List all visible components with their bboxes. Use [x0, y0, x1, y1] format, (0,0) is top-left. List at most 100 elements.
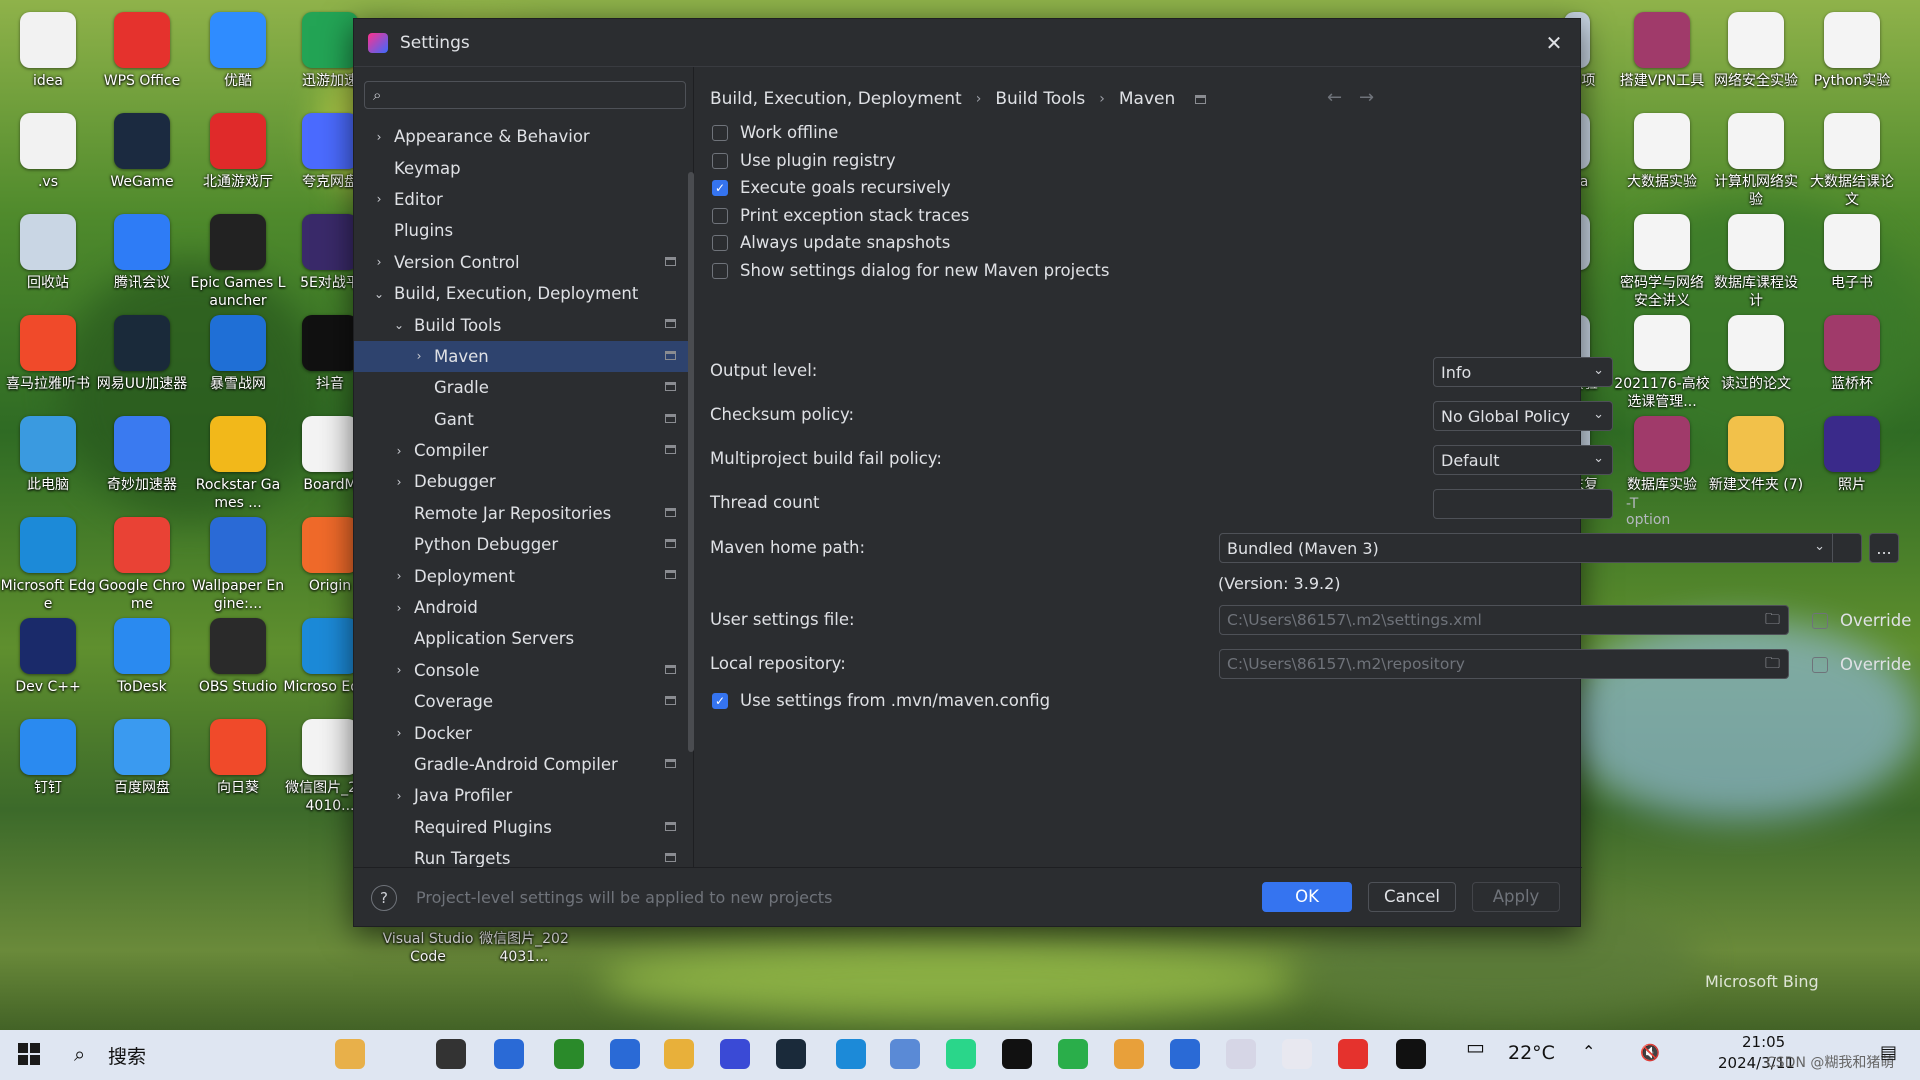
- desktop-icon[interactable]: WPS Office: [94, 12, 190, 90]
- desktop-icon-wechat-image[interactable]: 微信图片_2024031...: [476, 930, 572, 966]
- edge-icon[interactable]: [836, 1039, 866, 1069]
- chevron-right-icon[interactable]: ›: [372, 255, 386, 269]
- steam-icon[interactable]: [776, 1039, 806, 1069]
- tree-item-debugger[interactable]: › Debugger: [354, 466, 694, 497]
- volume-icon[interactable]: 🔇: [1640, 1043, 1660, 1062]
- store-icon[interactable]: [494, 1039, 524, 1069]
- settings-search-input[interactable]: ⌕: [364, 81, 686, 109]
- remote-desktop-icon[interactable]: [890, 1039, 920, 1069]
- tree-item-application-servers[interactable]: Application Servers: [354, 623, 694, 654]
- chevron-right-icon[interactable]: ›: [392, 601, 406, 615]
- forward-arrow-icon[interactable]: →: [1359, 87, 1374, 108]
- dialog-titlebar[interactable]: Settings ✕: [354, 19, 1580, 67]
- desktop-icon[interactable]: 此电脑: [0, 416, 96, 494]
- tree-item-android[interactable]: › Android: [354, 592, 694, 623]
- clock-time[interactable]: 21:05: [1742, 1033, 1785, 1051]
- chevron-right-icon[interactable]: ›: [392, 569, 406, 583]
- desktop-icon[interactable]: 照片: [1804, 416, 1900, 494]
- output-level-dropdown[interactable]: Info ⌄: [1433, 357, 1613, 387]
- fail-policy-dropdown[interactable]: Default ⌄: [1433, 445, 1613, 475]
- close-icon[interactable]: ✕: [1542, 31, 1566, 55]
- media-player-icon[interactable]: [946, 1039, 976, 1069]
- desktop-icon[interactable]: ToDesk: [94, 618, 190, 696]
- chevron-right-icon[interactable]: ›: [392, 789, 406, 803]
- desktop-icon[interactable]: 蓝桥杯: [1804, 315, 1900, 393]
- desktop-icon[interactable]: 新建文件夹 (7): [1708, 416, 1804, 494]
- desktop-icon[interactable]: Microsoft Edge: [0, 517, 96, 613]
- checkbox-box[interactable]: ✓: [712, 692, 728, 709]
- desktop-icon[interactable]: 数据库课程设计: [1708, 214, 1804, 310]
- checkbox-always-update-snapshots[interactable]: Always update snapshots: [712, 233, 950, 252]
- visual-studio-icon[interactable]: [720, 1039, 750, 1069]
- help-icon[interactable]: ?: [371, 885, 397, 911]
- desktop-icon[interactable]: Wallpaper Engine:...: [190, 517, 286, 613]
- weather-text[interactable]: 22°C: [1508, 1042, 1555, 1064]
- desktop-icon[interactable]: 百度网盘: [94, 719, 190, 797]
- tree-item-coverage[interactable]: Coverage: [354, 686, 694, 717]
- tree-item-required-plugins[interactable]: Required Plugins: [354, 812, 694, 843]
- desktop-icon[interactable]: 网易UU加速器: [94, 315, 190, 393]
- tree-item-appearance-behavior[interactable]: › Appearance & Behavior: [354, 121, 694, 152]
- weather-icon[interactable]: ▭: [1466, 1035, 1485, 1059]
- tree-item-maven[interactable]: › Maven: [354, 340, 694, 373]
- desktop-icon[interactable]: 密码学与网络安全讲义: [1614, 214, 1710, 310]
- mvn-config-checkbox[interactable]: ✓ Use settings from .mvn/maven.config: [712, 691, 1050, 710]
- checkbox-box[interactable]: [1812, 656, 1828, 673]
- desktop-icon[interactable]: 2021176-高校选课管理...: [1614, 315, 1710, 411]
- apply-button[interactable]: Apply: [1472, 882, 1560, 912]
- cancel-button[interactable]: Cancel: [1368, 882, 1456, 912]
- desktop-icon[interactable]: 大数据实验: [1614, 113, 1710, 191]
- checkbox-show-settings-dialog-for-new-maven-projects[interactable]: Show settings dialog for new Maven proje…: [712, 261, 1110, 280]
- checkbox-box[interactable]: [712, 234, 728, 251]
- folder-icon[interactable]: 🗀: [1765, 653, 1780, 678]
- chevron-right-icon[interactable]: ›: [392, 663, 406, 677]
- ok-button[interactable]: OK: [1262, 882, 1352, 912]
- tree-item-compiler[interactable]: › Compiler: [354, 435, 694, 466]
- desktop-icon[interactable]: 大数据结课论文: [1804, 113, 1900, 209]
- taskbar-pinned-art-icon[interactable]: [335, 1039, 365, 1069]
- desktop-icon[interactable]: .vs: [0, 113, 96, 191]
- user-settings-override-checkbox[interactable]: Override: [1812, 611, 1911, 630]
- tray-arrow-icon[interactable]: ⌃: [1582, 1042, 1595, 1061]
- taskbar-search[interactable]: ⌕ 搜索: [62, 1030, 422, 1080]
- tree-item-java-profiler[interactable]: › Java Profiler: [354, 780, 694, 811]
- desktop-icon[interactable]: 计算机网络实验: [1708, 113, 1804, 209]
- intellij-taskbar-icon[interactable]: [1396, 1039, 1426, 1069]
- desktop-icon[interactable]: 奇妙加速器: [94, 416, 190, 494]
- desktop-icon[interactable]: 优酷: [190, 12, 286, 90]
- tree-item-deployment[interactable]: › Deployment: [354, 560, 694, 591]
- desktop-icon[interactable]: 回收站: [0, 214, 96, 292]
- desktop-icon[interactable]: 钉钉: [0, 719, 96, 797]
- checkbox-box[interactable]: [1812, 612, 1828, 629]
- checkbox-work-offline[interactable]: Work offline: [712, 123, 838, 142]
- qq-browser-icon[interactable]: [1170, 1039, 1200, 1069]
- tree-item-version-control[interactable]: › Version Control: [354, 247, 694, 278]
- tree-item-gradle-android-compiler[interactable]: Gradle-Android Compiler: [354, 749, 694, 780]
- wechat-icon[interactable]: [1058, 1039, 1088, 1069]
- thread-count-input[interactable]: [1433, 489, 1613, 519]
- sidebar-scrollbar[interactable]: [688, 172, 694, 752]
- desktop-icon[interactable]: Google Chrome: [94, 517, 190, 613]
- checkbox-execute-goals-recursively[interactable]: ✓ Execute goals recursively: [712, 178, 951, 197]
- desktop-icon[interactable]: OBS Studio: [190, 618, 286, 696]
- desktop-icon-vscode[interactable]: Visual Studio Code: [380, 930, 476, 966]
- tree-item-gant[interactable]: Gant: [354, 404, 694, 435]
- checkbox-box[interactable]: [712, 207, 728, 224]
- checkbox-use-plugin-registry[interactable]: Use plugin registry: [712, 151, 896, 170]
- chevron-right-icon[interactable]: ›: [392, 444, 406, 458]
- chevron-right-icon[interactable]: ›: [392, 726, 406, 740]
- maven-home-browse-button[interactable]: ...: [1869, 533, 1899, 563]
- desktop-icon[interactable]: 暴雪战网: [190, 315, 286, 393]
- chevron-right-icon[interactable]: ›: [372, 192, 386, 206]
- user-settings-input[interactable]: C:\Users\86157\.m2\settings.xml 🗀: [1219, 605, 1789, 635]
- tiktok-icon[interactable]: [1002, 1039, 1032, 1069]
- checkbox-box[interactable]: [712, 124, 728, 141]
- chevron-down-icon[interactable]: ⌄: [372, 287, 386, 301]
- tree-item-build-tools[interactable]: ⌄ Build Tools: [354, 309, 694, 340]
- mail-icon[interactable]: [610, 1039, 640, 1069]
- checkbox-box[interactable]: [712, 262, 728, 279]
- chevron-down-icon[interactable]: ⌄: [392, 318, 406, 332]
- desktop-icon[interactable]: 北通游戏厅: [190, 113, 286, 191]
- notification-icon[interactable]: ▤: [1880, 1042, 1897, 1063]
- desktop-icon[interactable]: 搭建VPN工具: [1614, 12, 1710, 90]
